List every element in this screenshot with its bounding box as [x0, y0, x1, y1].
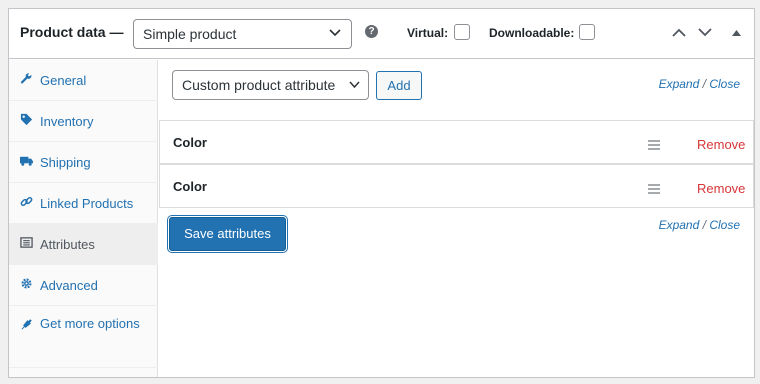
- remove-attribute-link[interactable]: Remove: [697, 181, 745, 196]
- tab-linked-products[interactable]: Linked Products: [9, 183, 158, 224]
- gear-icon: [21, 278, 32, 289]
- tab-label: Linked Products: [40, 196, 134, 211]
- tag-icon: [20, 113, 33, 126]
- virtual-checkbox[interactable]: [454, 24, 470, 40]
- expand-link[interactable]: Expand: [659, 77, 700, 91]
- product-type-select[interactable]: Simple product: [133, 19, 352, 49]
- attributes-panel: Custom product attribute Add Expand / Cl…: [159, 60, 754, 377]
- close-link[interactable]: Close: [709, 77, 740, 91]
- chevron-down-icon[interactable]: [698, 28, 712, 37]
- panel-header: Product data — Simple product ? Virtual:…: [9, 9, 754, 59]
- expand-link[interactable]: Expand: [659, 218, 700, 232]
- link-icon: [20, 196, 33, 207]
- tab-attributes[interactable]: Attributes: [9, 224, 158, 265]
- tab-inventory[interactable]: Inventory: [9, 101, 158, 142]
- add-attribute-button[interactable]: Add: [376, 71, 422, 100]
- expand-close-links-bottom: Expand / Close: [659, 218, 740, 232]
- tab-general[interactable]: General: [9, 60, 158, 101]
- tab-label: Shipping: [40, 155, 91, 170]
- downloadable-label: Downloadable:: [489, 26, 575, 40]
- product-data-tabs: General Inventory Shipping Linked Produc…: [9, 60, 158, 377]
- collapse-toggle-icon[interactable]: [732, 30, 741, 36]
- remove-attribute-link[interactable]: Remove: [697, 137, 745, 152]
- tab-label: Inventory: [40, 114, 94, 129]
- tab-label: Advanced: [40, 278, 98, 293]
- product-data-panel: Product data — Simple product ? Virtual:…: [8, 8, 755, 378]
- tab-label: Attributes: [40, 237, 95, 252]
- chevron-up-icon[interactable]: [672, 28, 686, 37]
- truck-icon: [20, 156, 33, 166]
- attribute-type-value: Custom product attribute: [182, 77, 336, 93]
- drag-handle-icon[interactable]: [648, 184, 660, 196]
- virtual-label: Virtual:: [407, 26, 449, 40]
- tab-shipping[interactable]: Shipping: [9, 142, 158, 183]
- chevron-down-icon: [349, 81, 360, 88]
- close-link[interactable]: Close: [709, 218, 740, 232]
- drag-handle-icon[interactable]: [648, 140, 660, 152]
- tab-label: Get more options: [40, 316, 140, 331]
- chevron-down-icon: [329, 29, 341, 37]
- save-attributes-button[interactable]: Save attributes: [169, 217, 286, 251]
- tab-get-more-options[interactable]: Get more options: [9, 306, 158, 368]
- separator: /: [702, 77, 706, 91]
- list-icon: [20, 237, 33, 248]
- attribute-name: Color: [173, 179, 207, 194]
- attribute-row[interactable]: Color Remove: [159, 164, 754, 208]
- separator: /: [702, 218, 706, 232]
- product-type-value: Simple product: [143, 26, 237, 42]
- attribute-name: Color: [173, 135, 207, 150]
- tab-advanced[interactable]: Advanced: [9, 265, 158, 306]
- attribute-type-select[interactable]: Custom product attribute: [172, 70, 369, 100]
- expand-close-links-top: Expand / Close: [659, 77, 740, 91]
- help-icon[interactable]: ?: [365, 25, 378, 38]
- wrench-icon: [20, 73, 32, 84]
- downloadable-checkbox[interactable]: [579, 24, 595, 40]
- attribute-row[interactable]: Color Remove: [159, 120, 754, 164]
- panel-title: Product data —: [20, 24, 124, 40]
- tab-label: General: [40, 73, 87, 88]
